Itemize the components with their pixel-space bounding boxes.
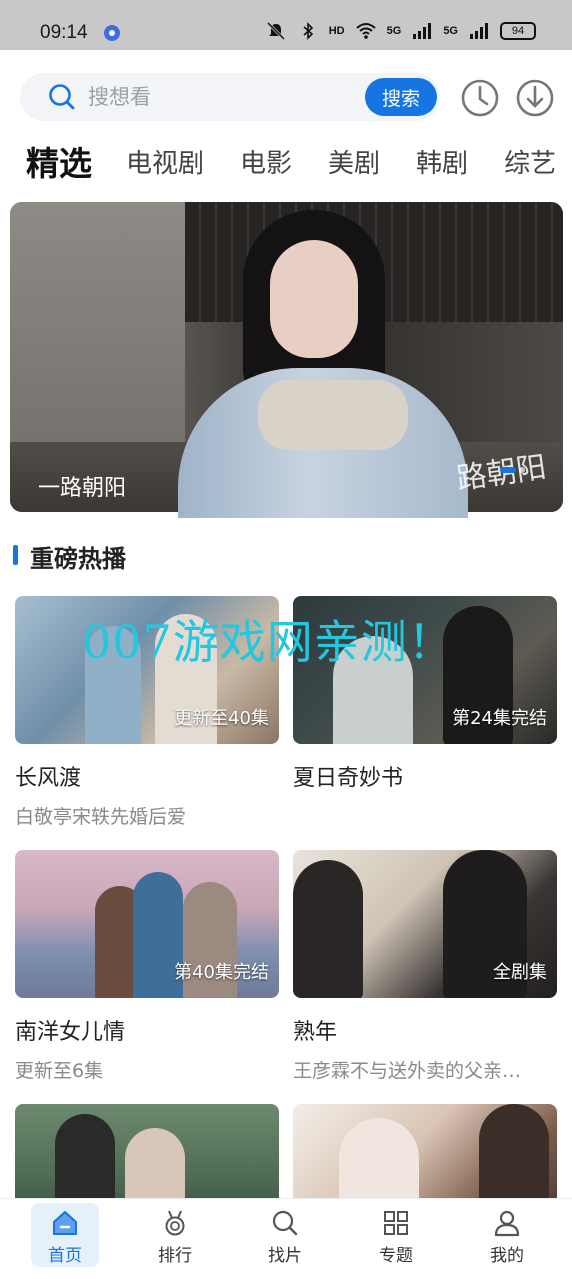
episode-badge: 全剧集 — [493, 962, 547, 983]
nav-label: 我的 — [490, 1246, 524, 1266]
video-subtitle: 白敬亭宋轶先婚后爱 — [15, 806, 187, 828]
video-subtitle: 更新至6集 — [15, 1060, 104, 1082]
nav-label: 找片 — [268, 1246, 302, 1266]
status-icons: HD 5G 5G 94 — [265, 22, 536, 40]
nav-profile[interactable]: 我的 — [473, 1203, 541, 1267]
episode-badge: 第24集完结 — [452, 708, 547, 729]
battery-icon: 94 — [500, 22, 536, 40]
history-clock-icon[interactable] — [460, 78, 500, 118]
nav-label: 排行 — [158, 1246, 192, 1266]
tab-tv-series[interactable]: 电视剧 — [126, 142, 204, 186]
nav-home[interactable]: 首页 — [31, 1203, 99, 1267]
nav-ranking[interactable]: 排行 — [141, 1203, 209, 1267]
signal-bars-icon — [413, 23, 432, 39]
search-icon — [49, 84, 75, 110]
search-icon — [272, 1210, 298, 1236]
tab-korean-series[interactable]: 韩剧 — [416, 142, 468, 186]
nav-discover[interactable]: 找片 — [251, 1203, 319, 1267]
status-bar: 09:14 HD 5G 5G 94 — [0, 0, 572, 50]
home-icon — [53, 1211, 77, 1235]
tab-featured[interactable]: 精选 — [26, 142, 92, 186]
search-bar[interactable]: 搜索 — [20, 73, 440, 121]
wifi-icon — [355, 23, 376, 39]
mute-bell-icon — [266, 22, 285, 40]
video-title: 长风渡 — [15, 766, 82, 791]
video-title: 南洋女儿情 — [15, 1020, 126, 1045]
nav-label: 首页 — [48, 1246, 82, 1266]
watermark-text: 007游戏网亲测！ — [82, 615, 455, 669]
grid-icon — [384, 1211, 408, 1235]
carousel-indicator — [519, 467, 525, 473]
section-accent-bar — [13, 545, 18, 565]
video-title: 熟年 — [293, 1020, 338, 1045]
medal-icon — [165, 1210, 185, 1236]
tab-us-series[interactable]: 美剧 — [328, 142, 380, 186]
nav-label: 专题 — [379, 1246, 413, 1266]
banner-title: 一路朝阳 — [38, 476, 127, 501]
user-icon — [494, 1210, 520, 1237]
search-input[interactable] — [88, 83, 358, 111]
nav-topics[interactable]: 专题 — [362, 1203, 430, 1267]
signal-bars-icon — [470, 23, 488, 39]
signal-5g-label-1: 5G — [386, 25, 402, 37]
video-card[interactable]: 全剧集 熟年 王彦霖不与送外卖的父亲… — [293, 850, 557, 1083]
category-tabs: 精选 电视剧 电影 美剧 韩剧 综艺 — [26, 140, 572, 186]
signal-5g-label-2: 5G — [443, 25, 458, 37]
download-icon[interactable] — [515, 78, 555, 118]
hd-label: HD — [328, 25, 345, 37]
episode-badge: 更新至40集 — [174, 708, 269, 729]
bluetooth-icon — [303, 22, 313, 40]
video-card[interactable]: 第40集完结 南洋女儿情 更新至6集 — [15, 850, 279, 1083]
video-thumbnail: 第40集完结 — [15, 850, 279, 998]
tab-movies[interactable]: 电影 — [240, 142, 292, 186]
location-dot-icon — [104, 25, 120, 41]
bottom-nav: 首页 排行 找片 专题 我的 — [0, 1198, 572, 1279]
carousel-indicator-active — [500, 467, 516, 473]
video-title: 夏日奇妙书 — [293, 766, 404, 791]
status-time: 09:14 — [40, 22, 88, 43]
video-subtitle: 王彦霖不与送外卖的父亲… — [293, 1060, 522, 1082]
search-button[interactable]: 搜索 — [365, 78, 437, 116]
section-title: 重磅热播 — [30, 545, 126, 573]
episode-badge: 第40集完结 — [174, 962, 269, 983]
tab-variety[interactable]: 综艺 — [504, 142, 556, 186]
video-thumbnail: 全剧集 — [293, 850, 557, 998]
